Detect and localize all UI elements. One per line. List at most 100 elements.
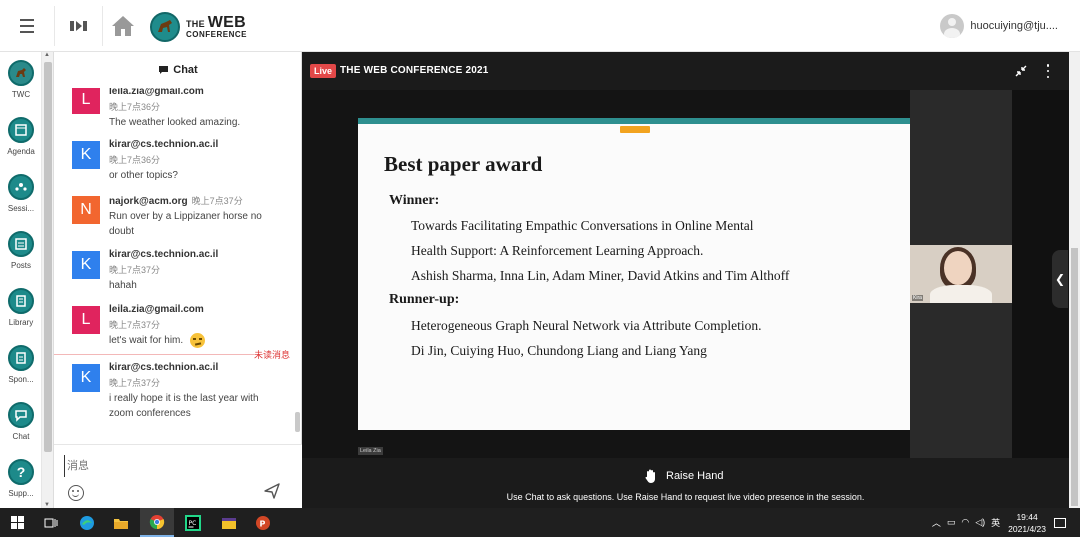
smirk-emoji-icon [189, 333, 205, 348]
runner-up-authors: Di Jin, Cuiying Huo, Chundong Liang and … [411, 343, 707, 358]
nav-item-agenda[interactable]: Agenda [0, 117, 42, 173]
collapse-icon[interactable] [1015, 65, 1027, 77]
avatar: K [72, 141, 100, 169]
notifications-icon[interactable] [1054, 517, 1066, 528]
volume-icon[interactable]: ◁) [975, 517, 985, 528]
slide-title: Best paper award [384, 152, 543, 176]
sessions-icon [8, 174, 34, 200]
nav-item-library[interactable]: Library [0, 288, 42, 344]
conference-logo[interactable]: THE WEB CONFERENCE [150, 10, 247, 44]
tray-expand-icon[interactable]: ︿ [932, 516, 941, 529]
more-options-icon[interactable] [1045, 64, 1051, 78]
battery-icon[interactable]: ▭ [947, 517, 956, 528]
unread-divider [54, 354, 254, 355]
clock-date: 2021/4/23 [1008, 523, 1046, 534]
raise-hand-label: Raise Hand [666, 470, 724, 482]
avatar[interactable] [940, 14, 965, 38]
nav-item-sessions[interactable]: Sessi... [0, 174, 42, 230]
winrar-icon[interactable] [212, 508, 246, 537]
message-time: 晚上7点37分 [109, 265, 161, 275]
stage-help-text: Use Chat to ask questions. Use Raise Han… [506, 492, 865, 502]
start-icon[interactable] [0, 508, 34, 537]
page-scrollbar[interactable] [1069, 52, 1080, 508]
unread-label: 未读消息 [254, 350, 291, 360]
avatar: L [72, 306, 100, 334]
user-name[interactable]: huocuiying@tju.... [970, 20, 1058, 32]
logo-text-conference: CONFERENCE [186, 30, 248, 39]
file-explorer-icon[interactable] [104, 508, 138, 537]
winner-label: Winner: [389, 193, 440, 208]
speaker-name-tag: Kira [912, 295, 923, 301]
slide-toolbar-icon [620, 126, 650, 133]
winner-authors: Ashish Sharma, Inna Lin, Adam Miner, Dav… [411, 268, 790, 283]
message-sender: najork@acm.org 晚上7点37分 [109, 194, 243, 207]
message-sender: kirar@cs.technion.ac.il [109, 249, 219, 260]
chat-message-input[interactable] [64, 455, 290, 477]
powerpoint-icon[interactable]: P [246, 508, 280, 537]
system-clock[interactable]: 19:44 2021/4/23 [1008, 511, 1046, 535]
svg-text:P: P [260, 519, 266, 528]
left-nav: TWC Agenda Sessi... Posts Library Spon..… [0, 52, 42, 508]
chat-icon [8, 402, 34, 428]
top-header: THE WEB CONFERENCE huocuiying@tju.... [0, 0, 1080, 52]
session-title: THE WEB CONFERENCE 2021 [340, 65, 489, 76]
chat-message-list[interactable]: L leila.zia@gmail.com 晚上7点36分 The weathe… [54, 88, 294, 444]
message-time: 晚上7点37分 [109, 378, 161, 388]
scrollbar-thumb[interactable] [1071, 248, 1078, 506]
edge-icon[interactable] [70, 508, 104, 537]
message-sender: kirar@cs.technion.ac.il [109, 139, 219, 150]
task-view-icon[interactable] [34, 508, 68, 537]
stage-header: Live THE WEB CONFERENCE 2021 [302, 52, 1069, 90]
divider [54, 6, 55, 46]
divider [102, 6, 103, 46]
nav-item-sponsors[interactable]: Spon... [0, 345, 42, 401]
chat-scrollbar-thumb[interactable] [295, 412, 300, 432]
svg-text:PC: PC [189, 520, 197, 527]
hand-icon [645, 469, 655, 483]
nav-item-twc[interactable]: TWC [0, 60, 42, 116]
wifi-icon[interactable]: ◠ [961, 517, 969, 528]
chat-header: Chat [54, 52, 302, 88]
zoom-icon[interactable] [64, 14, 94, 38]
message-time: 晚上7点37分 [191, 196, 243, 206]
speaker-video-thumbnail[interactable]: Kira [910, 245, 1012, 303]
scroll-up-icon[interactable]: ▲ [44, 52, 50, 58]
message-text: or other topics? [109, 170, 178, 181]
chrome-icon[interactable] [140, 508, 174, 537]
nav-item-support[interactable]: ? Supp... [0, 459, 42, 515]
nav-label: Posts [10, 261, 31, 270]
winner-line: Towards Facilitating Empathic Conversati… [411, 218, 754, 233]
nav-item-chat[interactable]: Chat [0, 402, 42, 458]
runner-up-label: Runner-up: [389, 292, 460, 307]
library-icon [8, 288, 34, 314]
support-icon: ? [8, 459, 34, 485]
pycharm-icon[interactable]: PC [176, 508, 210, 537]
raise-hand-button[interactable]: Raise Hand [644, 468, 723, 484]
avatar: K [72, 364, 100, 392]
avatar: N [72, 196, 100, 224]
nav-scrollbar[interactable]: ▲ ▼ [42, 52, 54, 508]
send-icon[interactable] [264, 483, 280, 499]
nav-label: Supp... [8, 489, 34, 498]
nav-label: Sessi... [7, 204, 35, 213]
winner-line: Health Support: A Reinforcement Learning… [411, 243, 704, 258]
windows-taskbar: PC P ︿ ▭ ◠ ◁) 英 19:44 2021/4/23 [0, 508, 1080, 537]
message-time: 晚上7点37分 [109, 320, 161, 330]
home-icon[interactable] [110, 14, 138, 40]
logo-emblem-icon [150, 12, 180, 42]
emoji-icon[interactable] [68, 485, 84, 501]
message-text: Run over by a Lippizaner horse no doubt [109, 211, 262, 237]
scrollbar-thumb[interactable] [44, 62, 52, 452]
nav-item-posts[interactable]: Posts [0, 231, 42, 287]
posts-icon [8, 231, 34, 257]
hamburger-icon[interactable] [10, 14, 46, 38]
message-text-content: let's wait for him. [109, 335, 184, 347]
logo-text-web: WEB [207, 14, 246, 31]
ime-indicator[interactable]: 英 [991, 516, 1000, 529]
side-panel-toggle-icon[interactable]: ❮ [1052, 250, 1068, 308]
message-sender: leila.zia@gmail.com [109, 304, 204, 315]
nav-label: Library [8, 318, 34, 327]
user-menu[interactable]: huocuiying@tju.... [940, 13, 1058, 39]
stage-footer: Raise Hand Use Chat to ask questions. Us… [302, 458, 1069, 508]
chat-composer [54, 444, 302, 508]
